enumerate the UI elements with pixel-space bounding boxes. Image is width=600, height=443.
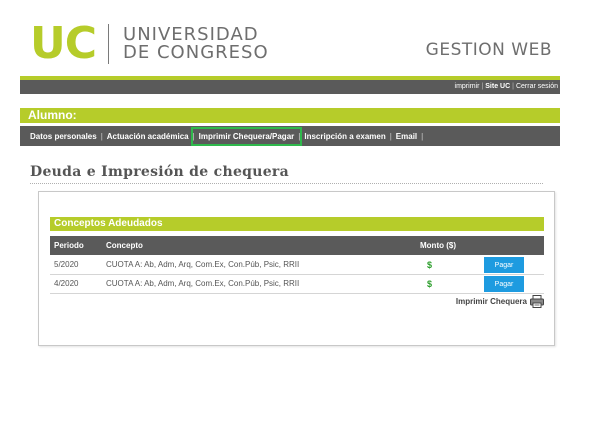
section-header: Conceptos Adeudados: [50, 217, 544, 231]
system-title: GESTION WEB: [425, 40, 552, 60]
print-link[interactable]: imprimir: [455, 83, 480, 90]
row-periodo: 4/2020: [54, 279, 79, 288]
row-concepto: CUOTA A: Ab, Adm, Arq, Com.Ex, Con.Púb, …: [106, 279, 300, 288]
pay-button[interactable]: Pagar: [484, 257, 524, 273]
main-nav: Datos personales | Actuación académica |…: [20, 126, 560, 146]
header-concepto: Concepto: [106, 241, 143, 250]
row-concepto: CUOTA A: Ab, Adm, Arq, Com.Ex, Con.Púb, …: [106, 260, 300, 269]
student-bar: Alumno:: [20, 108, 560, 123]
nav-email[interactable]: Email: [393, 132, 420, 141]
title-divider: [30, 183, 543, 184]
page-title: Deuda e Impresión de chequera: [30, 164, 289, 180]
table-row: 5/2020 CUOTA A: Ab, Adm, Arq, Com.Ex, Co…: [50, 256, 544, 275]
nav-inscripcion-examen[interactable]: Inscripción a examen: [301, 132, 388, 141]
logo-uc: UC: [30, 18, 97, 69]
logo-text: UNIVERSIDAD DE CONGRESO: [123, 26, 269, 62]
row-periodo: 5/2020: [54, 260, 79, 269]
top-links: imprimir | Site UC | Cerrar sesión: [455, 80, 560, 94]
pay-button[interactable]: Pagar: [484, 276, 524, 292]
logo-divider: [108, 24, 110, 64]
logo-line-2: DE CONGRESO: [123, 42, 269, 63]
print-chequera-label: Imprimir Chequera: [455, 297, 527, 306]
row-monto: $: [427, 279, 433, 289]
print-chequera-link[interactable]: Imprimir Chequera: [456, 295, 544, 308]
header-monto: Monto ($): [420, 241, 456, 250]
top-link-separator: |: [512, 83, 514, 90]
nav-separator: |: [421, 131, 424, 141]
university-logo: UC UNIVERSIDAD DE CONGRESO: [30, 22, 269, 66]
table-row: 4/2020 CUOTA A: Ab, Adm, Arq, Com.Ex, Co…: [50, 275, 544, 294]
nav-imprimir-chequera-pagar[interactable]: Imprimir Chequera/Pagar: [190, 126, 303, 146]
top-bar: imprimir | Site UC | Cerrar sesión: [20, 80, 560, 94]
printer-icon[interactable]: [530, 295, 544, 308]
site-uc-link[interactable]: Site UC: [485, 83, 510, 90]
row-monto: $: [427, 260, 433, 270]
header-periodo: Periodo: [54, 241, 84, 250]
top-link-separator: |: [481, 83, 484, 90]
nav-actuacion-academica[interactable]: Actuación académica: [104, 132, 192, 141]
logout-link[interactable]: Cerrar sesión: [516, 83, 558, 90]
nav-datos-personales[interactable]: Datos personales: [20, 132, 100, 141]
table-header: Periodo Concepto Monto ($): [50, 236, 544, 255]
